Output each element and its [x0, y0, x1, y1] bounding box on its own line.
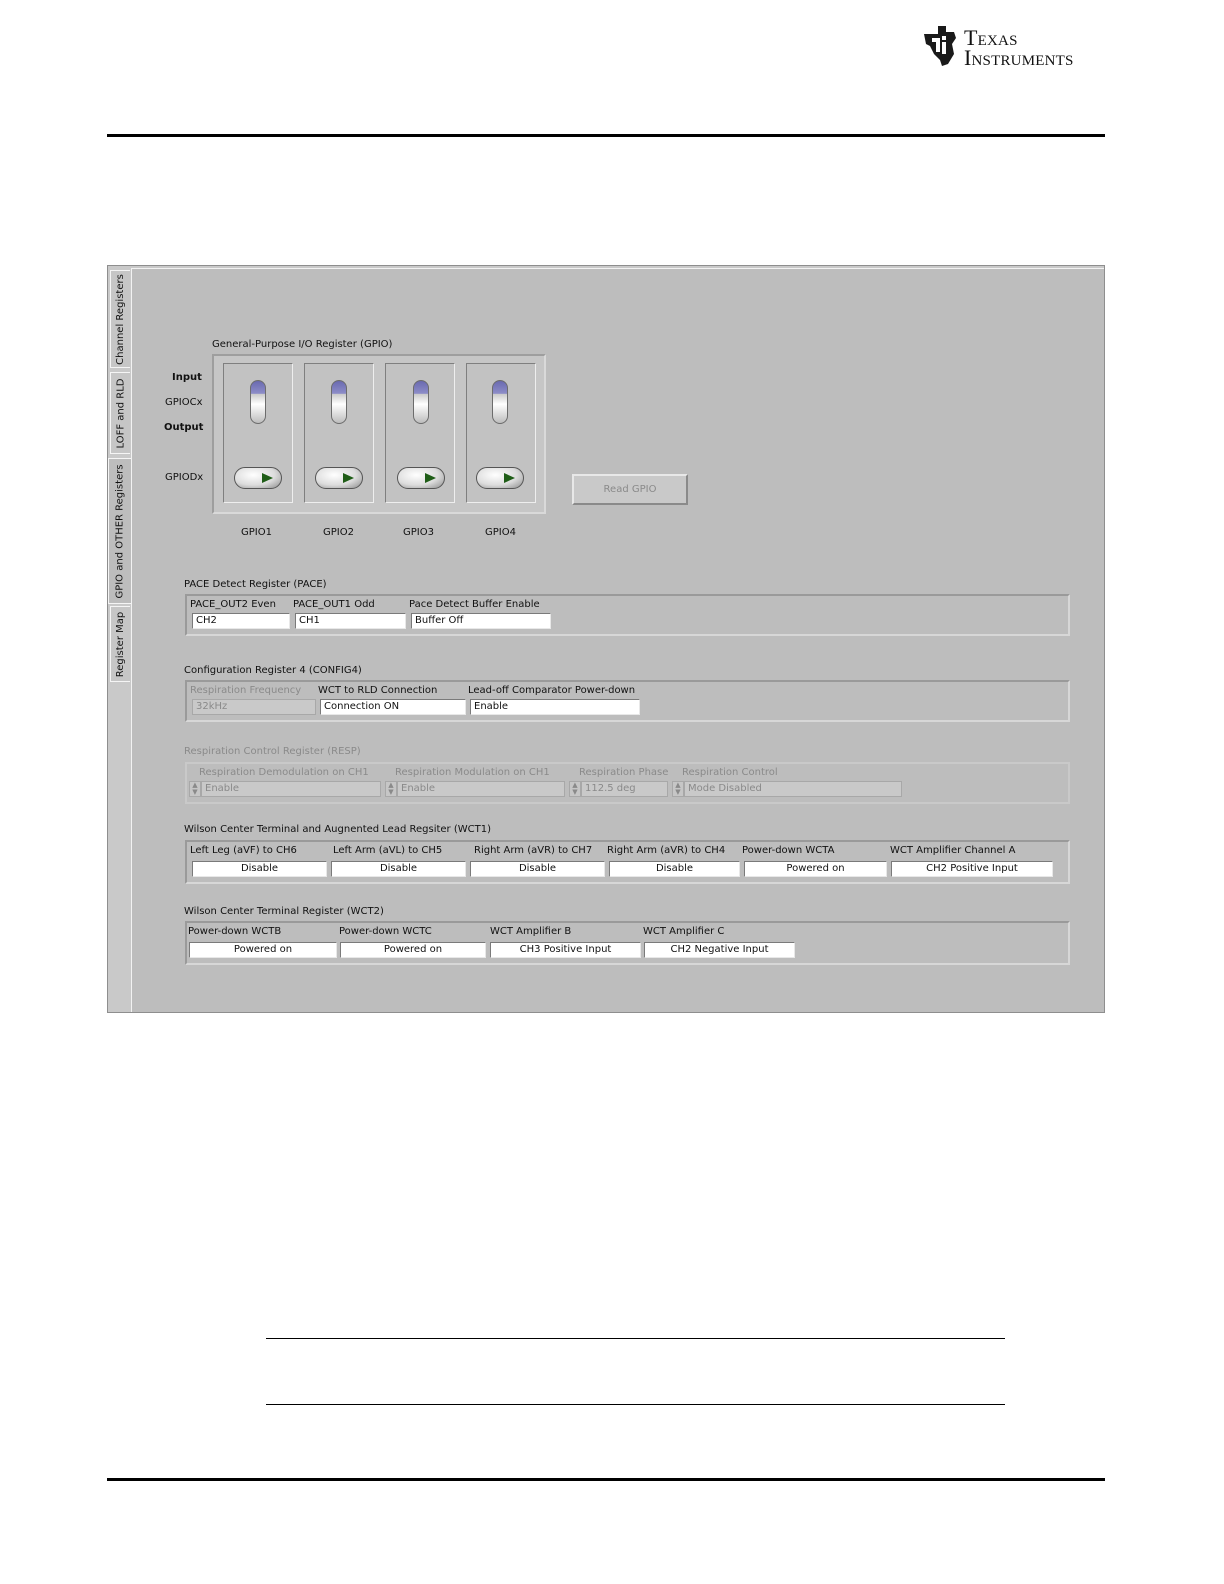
- pace-title: PACE Detect Register (PACE): [184, 579, 327, 590]
- wct2-title: Wilson Center Terminal Register (WCT2): [184, 906, 384, 917]
- wct2-f2-label: WCT Amplifier B: [490, 926, 572, 937]
- output-label: Output: [164, 422, 204, 433]
- wct1-f2-label: Right Arm (aVR) to CH7: [474, 845, 593, 856]
- resp-frequency-label: Respiration Frequency: [190, 685, 302, 696]
- ti-state-icon: [924, 26, 956, 66]
- read-gpio-button[interactable]: Read GPIO: [572, 474, 688, 505]
- wct1-f0-label: Left Leg (aVF) to CH6: [190, 845, 297, 856]
- wct1-f1-select[interactable]: Disable: [331, 861, 466, 877]
- resp-mod-select[interactable]: Enable: [397, 781, 565, 797]
- gpio2-data-led[interactable]: [315, 467, 363, 489]
- wct1-f2-select[interactable]: Disable: [470, 861, 605, 877]
- pace-out1-label: PACE_OUT1 Odd: [293, 599, 375, 610]
- resp-demod-select[interactable]: Enable: [201, 781, 381, 797]
- logo-line-2: Instruments: [964, 45, 1074, 70]
- play-icon: [504, 473, 515, 483]
- gpio3-direction-switch[interactable]: [413, 380, 429, 424]
- wct1-f5-label: WCT Amplifier Channel A: [890, 845, 1016, 856]
- resp-control-label: Respiration Control: [682, 767, 778, 778]
- note-rule-bottom: [266, 1404, 1005, 1405]
- wct2-f3-select[interactable]: CH2 Negative Input: [644, 942, 795, 958]
- pace-out2-label: PACE_OUT2 Even: [190, 599, 276, 610]
- leadoff-comp-label: Lead-off Comparator Power-down: [468, 685, 636, 696]
- wct2-f2-select[interactable]: CH3 Positive Input: [490, 942, 641, 958]
- wct1-title: Wilson Center Terminal and Augnented Lea…: [184, 824, 491, 835]
- resp-control-select[interactable]: Mode Disabled: [684, 781, 902, 797]
- wct1-f1-label: Left Arm (aVL) to CH5: [333, 845, 443, 856]
- wct2-f0-label: Power-down WCTB: [188, 926, 282, 937]
- gpio4-direction-switch[interactable]: [492, 380, 508, 424]
- wct2-f1-select[interactable]: Powered on: [340, 942, 486, 958]
- wct1-f0-select[interactable]: Disable: [192, 861, 327, 877]
- footer-rule: [107, 1478, 1105, 1481]
- gpio2-direction-switch[interactable]: [331, 380, 347, 424]
- play-icon: [262, 473, 273, 483]
- tab-channel-registers[interactable]: Channel Registers: [110, 270, 130, 368]
- gpio3-label: GPIO3: [403, 527, 434, 538]
- pace-out1-select[interactable]: CH1: [295, 613, 406, 629]
- wct2-f3-label: WCT Amplifier C: [643, 926, 725, 937]
- gpioc-label: GPIOCx: [165, 397, 203, 408]
- ti-logo: Texas Instruments: [918, 24, 1104, 72]
- wct2-f1-label: Power-down WCTC: [339, 926, 432, 937]
- gpio1-data-led[interactable]: [234, 467, 282, 489]
- gpio1-direction-switch[interactable]: [250, 380, 266, 424]
- gpio-title: General-Purpose I/O Register (GPIO): [212, 339, 393, 350]
- wct2-f0-select[interactable]: Powered on: [189, 942, 337, 958]
- gpio2-label: GPIO2: [323, 527, 354, 538]
- resp-mod-stepper[interactable]: ▲ ▼: [385, 781, 397, 797]
- resp-phase-stepper[interactable]: ▲ ▼: [569, 781, 581, 797]
- pace-buffer-label: Pace Detect Buffer Enable: [409, 599, 540, 610]
- tab-loff-rld[interactable]: LOFF and RLD: [110, 372, 130, 454]
- ti-wordmark: Texas Instruments: [964, 27, 1074, 70]
- tab-label: Register Map: [115, 611, 126, 677]
- gpio3-data-led[interactable]: [397, 467, 445, 489]
- resp-frequency-select[interactable]: 32kHz: [192, 699, 316, 715]
- play-icon: [425, 473, 436, 483]
- tab-label: LOFF and RLD: [115, 378, 127, 448]
- leadoff-comp-select[interactable]: Enable: [470, 699, 640, 715]
- resp-phase-select[interactable]: 112.5 deg: [581, 781, 668, 797]
- pace-buffer-select[interactable]: Buffer Off: [411, 613, 551, 629]
- tab-register-map[interactable]: Register Map: [110, 606, 130, 682]
- gpio1-label: GPIO1: [241, 527, 272, 538]
- wct-rld-select[interactable]: Connection ON: [320, 699, 466, 715]
- header-rule: [107, 134, 1105, 137]
- wct1-f3-select[interactable]: Disable: [609, 861, 740, 877]
- wct1-f5-select[interactable]: CH2 Positive Input: [891, 861, 1053, 877]
- resp-mod-label: Respiration Modulation on CH1: [395, 767, 550, 778]
- gpiod-label: GPIODx: [165, 472, 204, 483]
- resp-phase-label: Respiration Phase: [579, 767, 669, 778]
- wct1-f4-select[interactable]: Powered on: [744, 861, 887, 877]
- wct-rld-label: WCT to RLD Connection: [318, 685, 438, 696]
- tab-label: Channel Registers: [115, 273, 126, 365]
- pace-out2-select[interactable]: CH2: [192, 613, 290, 629]
- gpio4-label: GPIO4: [485, 527, 516, 538]
- resp-demod-stepper[interactable]: ▲ ▼: [189, 781, 201, 797]
- resp-title: Respiration Control Register (RESP): [184, 746, 361, 757]
- tab-label: GPIO and OTHER Registers: [115, 463, 127, 599]
- note-rule-top: [266, 1338, 1005, 1339]
- resp-control-stepper[interactable]: ▲ ▼: [672, 781, 684, 797]
- resp-demod-label: Respiration Demodulation on CH1: [199, 767, 369, 778]
- wct1-f4-label: Power-down WCTA: [742, 845, 835, 856]
- wct1-f3-label: Right Arm (aVR) to CH4: [607, 845, 726, 856]
- input-label: Input: [172, 372, 202, 383]
- play-icon: [343, 473, 354, 483]
- gpio4-data-led[interactable]: [476, 467, 524, 489]
- tab-gpio-other[interactable]: GPIO and OTHER Registers: [108, 458, 132, 604]
- config4-title: Configuration Register 4 (CONFIG4): [184, 665, 362, 676]
